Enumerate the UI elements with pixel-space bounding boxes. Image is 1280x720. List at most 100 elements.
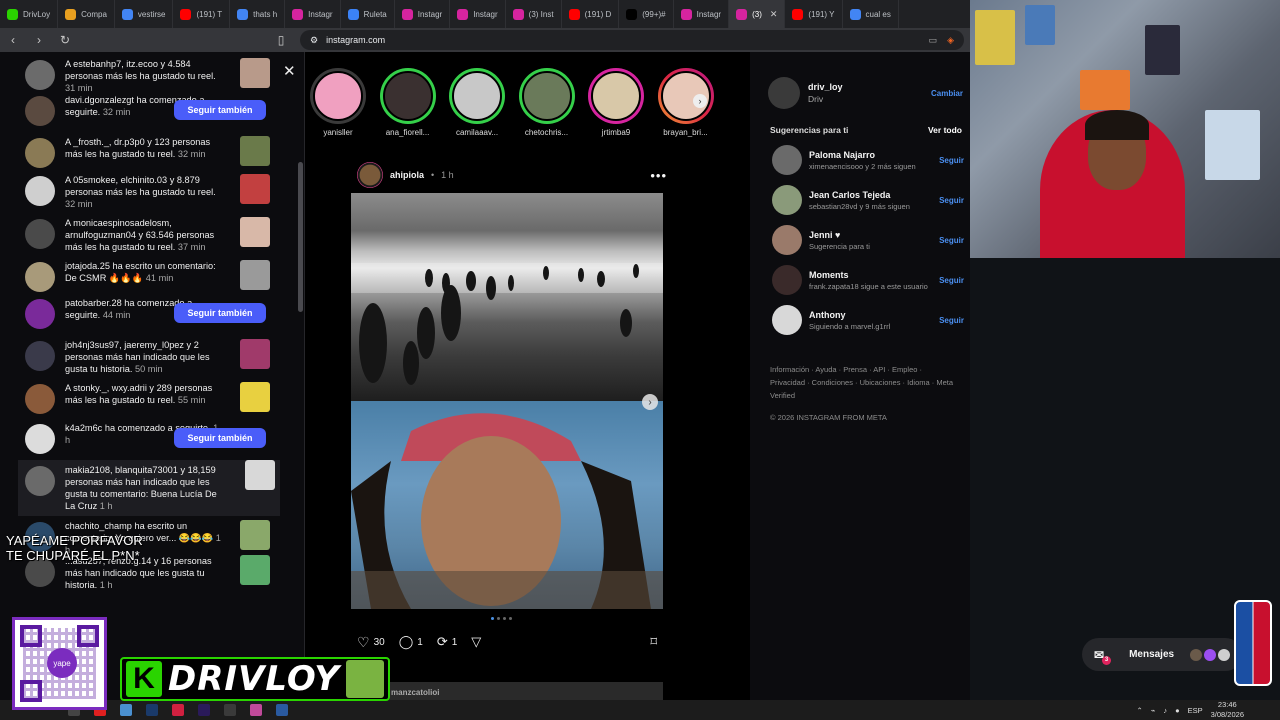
suggestion-avatar[interactable]: [772, 145, 802, 175]
notification-item[interactable]: jotajoda.25 ha escrito un comentario: De…: [25, 260, 275, 292]
browser-tab[interactable]: Compa: [58, 0, 115, 28]
notification-item[interactable]: A _frosth._, dr.p3p0 y 123 personas más …: [25, 136, 275, 168]
notification-thumbnail[interactable]: [240, 58, 270, 88]
notification-item[interactable]: k4a2m6c ha comenzado a seguirte. 1 hSegu…: [25, 422, 275, 454]
taskbar-app-icon[interactable]: [250, 704, 262, 716]
story-item[interactable]: brayan_bri...: [655, 68, 717, 137]
suggestion-avatar[interactable]: [772, 225, 802, 255]
shield-icon[interactable]: ◈: [947, 35, 954, 46]
share-button[interactable]: ▽: [471, 634, 481, 650]
taskbar-app-icon[interactable]: [120, 704, 132, 716]
follow-button[interactable]: Seguir: [939, 276, 964, 285]
taskbar-app-icon[interactable]: [172, 704, 184, 716]
browser-tab[interactable]: (3) Inst: [506, 0, 562, 28]
browser-tab[interactable]: (191) T: [173, 0, 231, 28]
bookmark-icon[interactable]: ▯: [274, 33, 288, 47]
story-item[interactable]: jrtimba9: [585, 68, 647, 137]
next-post-preview[interactable]: manzcatolioi: [351, 682, 663, 700]
footer-links[interactable]: Información · Ayuda · Prensa · API · Emp…: [770, 363, 955, 402]
suggestion-avatar[interactable]: [772, 185, 802, 215]
notification-item[interactable]: makia2108, blanquita73001 y 18,159 perso…: [18, 460, 280, 516]
carousel-next-icon[interactable]: ›: [642, 394, 658, 410]
notification-item[interactable]: patobarber.28 ha comenzado a seguirte. 4…: [25, 297, 275, 329]
browser-tab[interactable]: (191) D: [562, 0, 620, 28]
story-item[interactable]: yanisller: [307, 68, 369, 137]
notification-thumbnail[interactable]: [240, 174, 270, 204]
notification-item[interactable]: joh4nj3sus97, jaeremy_l0pez y 2 personas…: [25, 339, 275, 375]
notification-item[interactable]: A stonky._, wxy.adrii y 289 personas más…: [25, 382, 275, 414]
follow-back-button[interactable]: Seguir también: [174, 428, 266, 448]
switch-account-link[interactable]: Cambiar: [931, 89, 963, 98]
notification-avatar[interactable]: [25, 384, 55, 414]
post-photo-selfie[interactable]: [351, 401, 663, 609]
browser-tab[interactable]: Ruleta: [341, 0, 395, 28]
network-icon[interactable]: ⌁: [1151, 706, 1156, 715]
my-username[interactable]: driv_loy: [808, 82, 843, 92]
taskbar-app-icon[interactable]: [224, 704, 236, 716]
browser-tab[interactable]: Instagr: [674, 0, 730, 28]
notification-avatar[interactable]: [25, 96, 55, 126]
browser-tab[interactable]: (3) ✕: [729, 0, 786, 28]
stories-next-icon[interactable]: ›: [693, 94, 707, 108]
notification-avatar[interactable]: [25, 424, 55, 454]
save-button[interactable]: ⌑: [650, 634, 657, 650]
browser-tab[interactable]: Instagr: [285, 0, 341, 28]
notification-avatar[interactable]: [25, 466, 55, 496]
follow-back-button[interactable]: Seguir también: [174, 100, 266, 120]
my-avatar[interactable]: [768, 77, 800, 109]
post-photo-beach[interactable]: [351, 193, 663, 401]
notification-item[interactable]: A 05smokee, elchinito.03 y 8.879 persona…: [25, 174, 275, 210]
notification-thumbnail[interactable]: [240, 136, 270, 166]
browser-tab[interactable]: Instagr: [450, 0, 506, 28]
notification-avatar[interactable]: [25, 138, 55, 168]
scrollbar[interactable]: [298, 162, 303, 312]
browser-tab[interactable]: vestirse: [115, 0, 174, 28]
follow-button[interactable]: Seguir: [939, 156, 964, 165]
follow-back-button[interactable]: Seguir también: [174, 303, 266, 323]
address-bar[interactable]: ⚙ instagram.com ▭ ◈: [300, 30, 964, 50]
notification-thumbnail[interactable]: [240, 217, 270, 247]
notification-avatar[interactable]: [25, 341, 55, 371]
notification-avatar[interactable]: [25, 299, 55, 329]
more-options-icon[interactable]: •••: [650, 168, 667, 183]
suggestion-name[interactable]: Paloma Najarro: [809, 150, 929, 160]
language-indicator[interactable]: ESP: [1188, 706, 1203, 715]
suggestion-name[interactable]: Moments: [809, 270, 929, 280]
cast-icon[interactable]: ▭: [929, 35, 938, 46]
clock[interactable]: 23:46 3/08/2026: [1211, 700, 1244, 720]
notification-thumbnail[interactable]: [240, 520, 270, 550]
like-button[interactable]: ♡ 30: [357, 634, 385, 651]
taskbar-app-icon[interactable]: [146, 704, 158, 716]
notification-item[interactable]: A estebanhp7, itz.ecoo y 4.584 personas …: [25, 58, 275, 94]
messages-button[interactable]: ✉ 3 Mensajes: [1082, 638, 1242, 671]
chevron-up-icon[interactable]: ⌃: [1137, 706, 1143, 715]
notification-item[interactable]: davi.dgonzalezgt ha comenzado a seguirte…: [25, 94, 275, 126]
story-item[interactable]: chetochris...: [516, 68, 578, 137]
suggestion-name[interactable]: Anthony: [809, 310, 929, 320]
taskbar-app-icon[interactable]: [276, 704, 288, 716]
browser-tab[interactable]: (191) Y: [785, 0, 843, 28]
browser-tab[interactable]: thats h: [230, 0, 286, 28]
notification-thumbnail[interactable]: [240, 260, 270, 290]
comment-button[interactable]: ◯ 1: [399, 634, 423, 650]
notification-avatar[interactable]: [25, 219, 55, 249]
browser-tab[interactable]: DrivLoy: [0, 0, 59, 28]
reload-icon[interactable]: ↻: [58, 33, 72, 47]
notification-avatar[interactable]: [25, 262, 55, 292]
tab-close-icon[interactable]: ✕: [770, 9, 778, 20]
notification-avatar[interactable]: [25, 60, 55, 90]
browser-tab[interactable]: cual es: [843, 0, 899, 28]
browser-tab[interactable]: Instagr: [395, 0, 451, 28]
volume-icon[interactable]: ♪: [1163, 706, 1167, 715]
suggestion-name[interactable]: Jenni ♥: [809, 230, 929, 240]
suggestion-name[interactable]: Jean Carlos Tejeda: [809, 190, 929, 200]
notification-thumbnail[interactable]: [245, 460, 275, 490]
suggestion-avatar[interactable]: [772, 265, 802, 295]
post-username[interactable]: ahipiola: [390, 170, 424, 180]
mic-icon[interactable]: ●: [1175, 706, 1180, 715]
notification-avatar[interactable]: [25, 176, 55, 206]
close-icon[interactable]: ✕: [283, 62, 296, 80]
notification-thumbnail[interactable]: [240, 382, 270, 412]
notification-thumbnail[interactable]: [240, 339, 270, 369]
suggestion-avatar[interactable]: [772, 305, 802, 335]
